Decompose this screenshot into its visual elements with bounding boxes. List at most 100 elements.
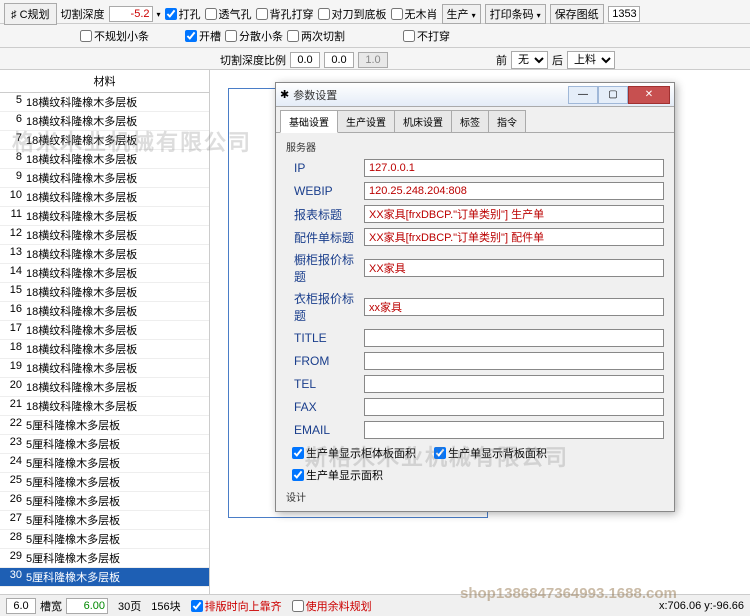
produce-button[interactable]: 生产 ▾	[442, 4, 481, 24]
material-row[interactable]: 1618横纹科隆橡木多层板	[0, 302, 209, 321]
material-row[interactable]: 255厘科隆橡木多层板	[0, 473, 209, 492]
material-num: 12	[2, 227, 26, 243]
settings-dialog: ✱ 参数设置 ― ▢ ✕ 基础设置生产设置机床设置标签指令 服务器 IP WEB…	[275, 82, 675, 512]
material-num: 20	[2, 379, 26, 395]
ratio-b-input[interactable]	[324, 52, 354, 68]
back-drill-checkbox[interactable]: 背孔打穿	[256, 6, 314, 22]
no-plan-small-checkbox[interactable]: 不规划小条	[80, 28, 149, 44]
status-val-a[interactable]	[6, 598, 36, 614]
webip-label: WEBIP	[286, 184, 364, 198]
report-title-input[interactable]	[364, 205, 664, 223]
material-num: 29	[2, 550, 26, 566]
material-row[interactable]: 1218横纹科隆橡木多层板	[0, 226, 209, 245]
material-name: 5厘科隆橡木多层板	[26, 531, 207, 547]
email-label: EMAIL	[286, 423, 364, 437]
print-barcode-button[interactable]: 打印条码 ▾	[485, 4, 546, 24]
material-row[interactable]: 1318横纹科隆橡木多层板	[0, 245, 209, 264]
back-select[interactable]: 上料	[567, 51, 615, 69]
material-row[interactable]: 285厘科隆橡木多层板	[0, 530, 209, 549]
material-row[interactable]: 225厘科隆橡木多层板	[0, 416, 209, 435]
cut-twice-checkbox[interactable]: 两次切割	[287, 28, 345, 44]
material-num: 26	[2, 493, 26, 509]
drill-checkbox[interactable]: 打孔	[165, 6, 201, 22]
align-top-checkbox[interactable]: 排版时向上靠齐	[191, 598, 282, 614]
minimize-button[interactable]: ―	[568, 86, 598, 104]
face-area-checkbox[interactable]: 生产单显示面积	[292, 467, 383, 483]
tab-3[interactable]: 标签	[451, 110, 489, 132]
fax-input[interactable]	[364, 398, 664, 416]
material-row[interactable]: 818横纹科隆橡木多层板	[0, 150, 209, 169]
material-num: 23	[2, 436, 26, 452]
title-label: TITLE	[286, 331, 364, 345]
material-row[interactable]: 1818横纹科隆橡木多层板	[0, 340, 209, 359]
wardrobe-quote-input[interactable]	[364, 298, 664, 316]
slot-width-input[interactable]	[66, 598, 108, 614]
no-wood-checkbox[interactable]: 无木肖	[391, 6, 438, 22]
material-name: 18横纹科隆橡木多层板	[26, 322, 207, 338]
material-row[interactable]: 1118横纹科隆橡木多层板	[0, 207, 209, 226]
knife-bottom-checkbox[interactable]: 对刀到底板	[318, 6, 387, 22]
material-name: 5厘科隆橡木多层板	[26, 455, 207, 471]
material-name: 5厘科隆橡木多层板	[26, 493, 207, 509]
cut-depth-input[interactable]	[109, 6, 153, 22]
report-title-label: 报表标题	[286, 206, 364, 223]
cplan-button[interactable]: ♯ C规划	[4, 3, 57, 25]
dialog-tabs: 基础设置生产设置机床设置标签指令	[276, 107, 674, 133]
material-num: 14	[2, 265, 26, 281]
material-name: 18横纹科隆橡木多层板	[26, 341, 207, 357]
material-row[interactable]: 1918横纹科隆橡木多层板	[0, 359, 209, 378]
material-row[interactable]: 235厘科隆橡木多层板	[0, 435, 209, 454]
material-num: 16	[2, 303, 26, 319]
parts-title-input[interactable]	[364, 228, 664, 246]
dialog-titlebar[interactable]: ✱ 参数设置 ― ▢ ✕	[276, 83, 674, 107]
save-paper-button[interactable]: 保存图纸	[550, 4, 604, 24]
webip-input[interactable]	[364, 182, 664, 200]
scatter-checkbox[interactable]: 分散小条	[225, 28, 283, 44]
material-row[interactable]: 718横纹科隆橡木多层板	[0, 131, 209, 150]
material-row[interactable]: 265厘科隆橡木多层板	[0, 492, 209, 511]
material-list[interactable]: 518横纹科隆橡木多层板618横纹科隆橡木多层板718横纹科隆橡木多层板818横…	[0, 93, 209, 600]
material-row[interactable]: 2018横纹科隆橡木多层板	[0, 378, 209, 397]
use-remnant-checkbox[interactable]: 使用余料规划	[292, 598, 372, 614]
ratio-c-input	[358, 52, 388, 68]
material-row[interactable]: 1018横纹科隆橡木多层板	[0, 188, 209, 207]
title-input[interactable]	[364, 329, 664, 347]
cabinet-quote-input[interactable]	[364, 259, 664, 277]
server-group-label: 服务器	[286, 139, 664, 154]
material-row[interactable]: 618横纹科隆橡木多层板	[0, 112, 209, 131]
material-row[interactable]: 305厘科隆橡木多层板	[0, 568, 209, 587]
material-row[interactable]: 2118横纹科隆橡木多层板	[0, 397, 209, 416]
ip-input[interactable]	[364, 159, 664, 177]
material-row[interactable]: 1518横纹科隆橡木多层板	[0, 283, 209, 302]
front-select[interactable]: 无	[511, 51, 548, 69]
material-row[interactable]: 1718横纹科隆橡木多层板	[0, 321, 209, 340]
tab-0[interactable]: 基础设置	[280, 110, 338, 133]
tab-4[interactable]: 指令	[488, 110, 526, 132]
material-row[interactable]: 275厘科隆橡木多层板	[0, 511, 209, 530]
vent-checkbox[interactable]: 透气孔	[205, 6, 252, 22]
close-button[interactable]: ✕	[628, 86, 670, 104]
tel-input[interactable]	[364, 375, 664, 393]
back-area-checkbox[interactable]: 生产单显示背板面积	[434, 445, 547, 461]
material-row[interactable]: 918横纹科隆橡木多层板	[0, 169, 209, 188]
material-row[interactable]: 245厘科隆橡木多层板	[0, 454, 209, 473]
cabinet-area-checkbox[interactable]: 生产单显示柜体板面积	[292, 445, 416, 461]
email-input[interactable]	[364, 421, 664, 439]
slot-width-label: 槽宽	[40, 598, 62, 614]
tab-1[interactable]: 生产设置	[337, 110, 395, 132]
material-row[interactable]: 295厘科隆橡木多层板	[0, 549, 209, 568]
material-num: 27	[2, 512, 26, 528]
material-row[interactable]: 518横纹科隆橡木多层板	[0, 93, 209, 112]
spinner-icon[interactable]: ▾	[157, 10, 161, 19]
no-through-checkbox[interactable]: 不打穿	[403, 28, 450, 44]
tab-2[interactable]: 机床设置	[394, 110, 452, 132]
material-name: 18横纹科隆橡木多层板	[26, 208, 207, 224]
slot-checkbox[interactable]: 开槽	[185, 28, 221, 44]
maximize-button[interactable]: ▢	[598, 86, 628, 104]
paper-num-input[interactable]	[608, 6, 640, 22]
ratio-a-input[interactable]	[290, 52, 320, 68]
material-name: 18横纹科隆橡木多层板	[26, 379, 207, 395]
material-row[interactable]: 1418横纹科隆橡木多层板	[0, 264, 209, 283]
from-input[interactable]	[364, 352, 664, 370]
material-num: 25	[2, 474, 26, 490]
